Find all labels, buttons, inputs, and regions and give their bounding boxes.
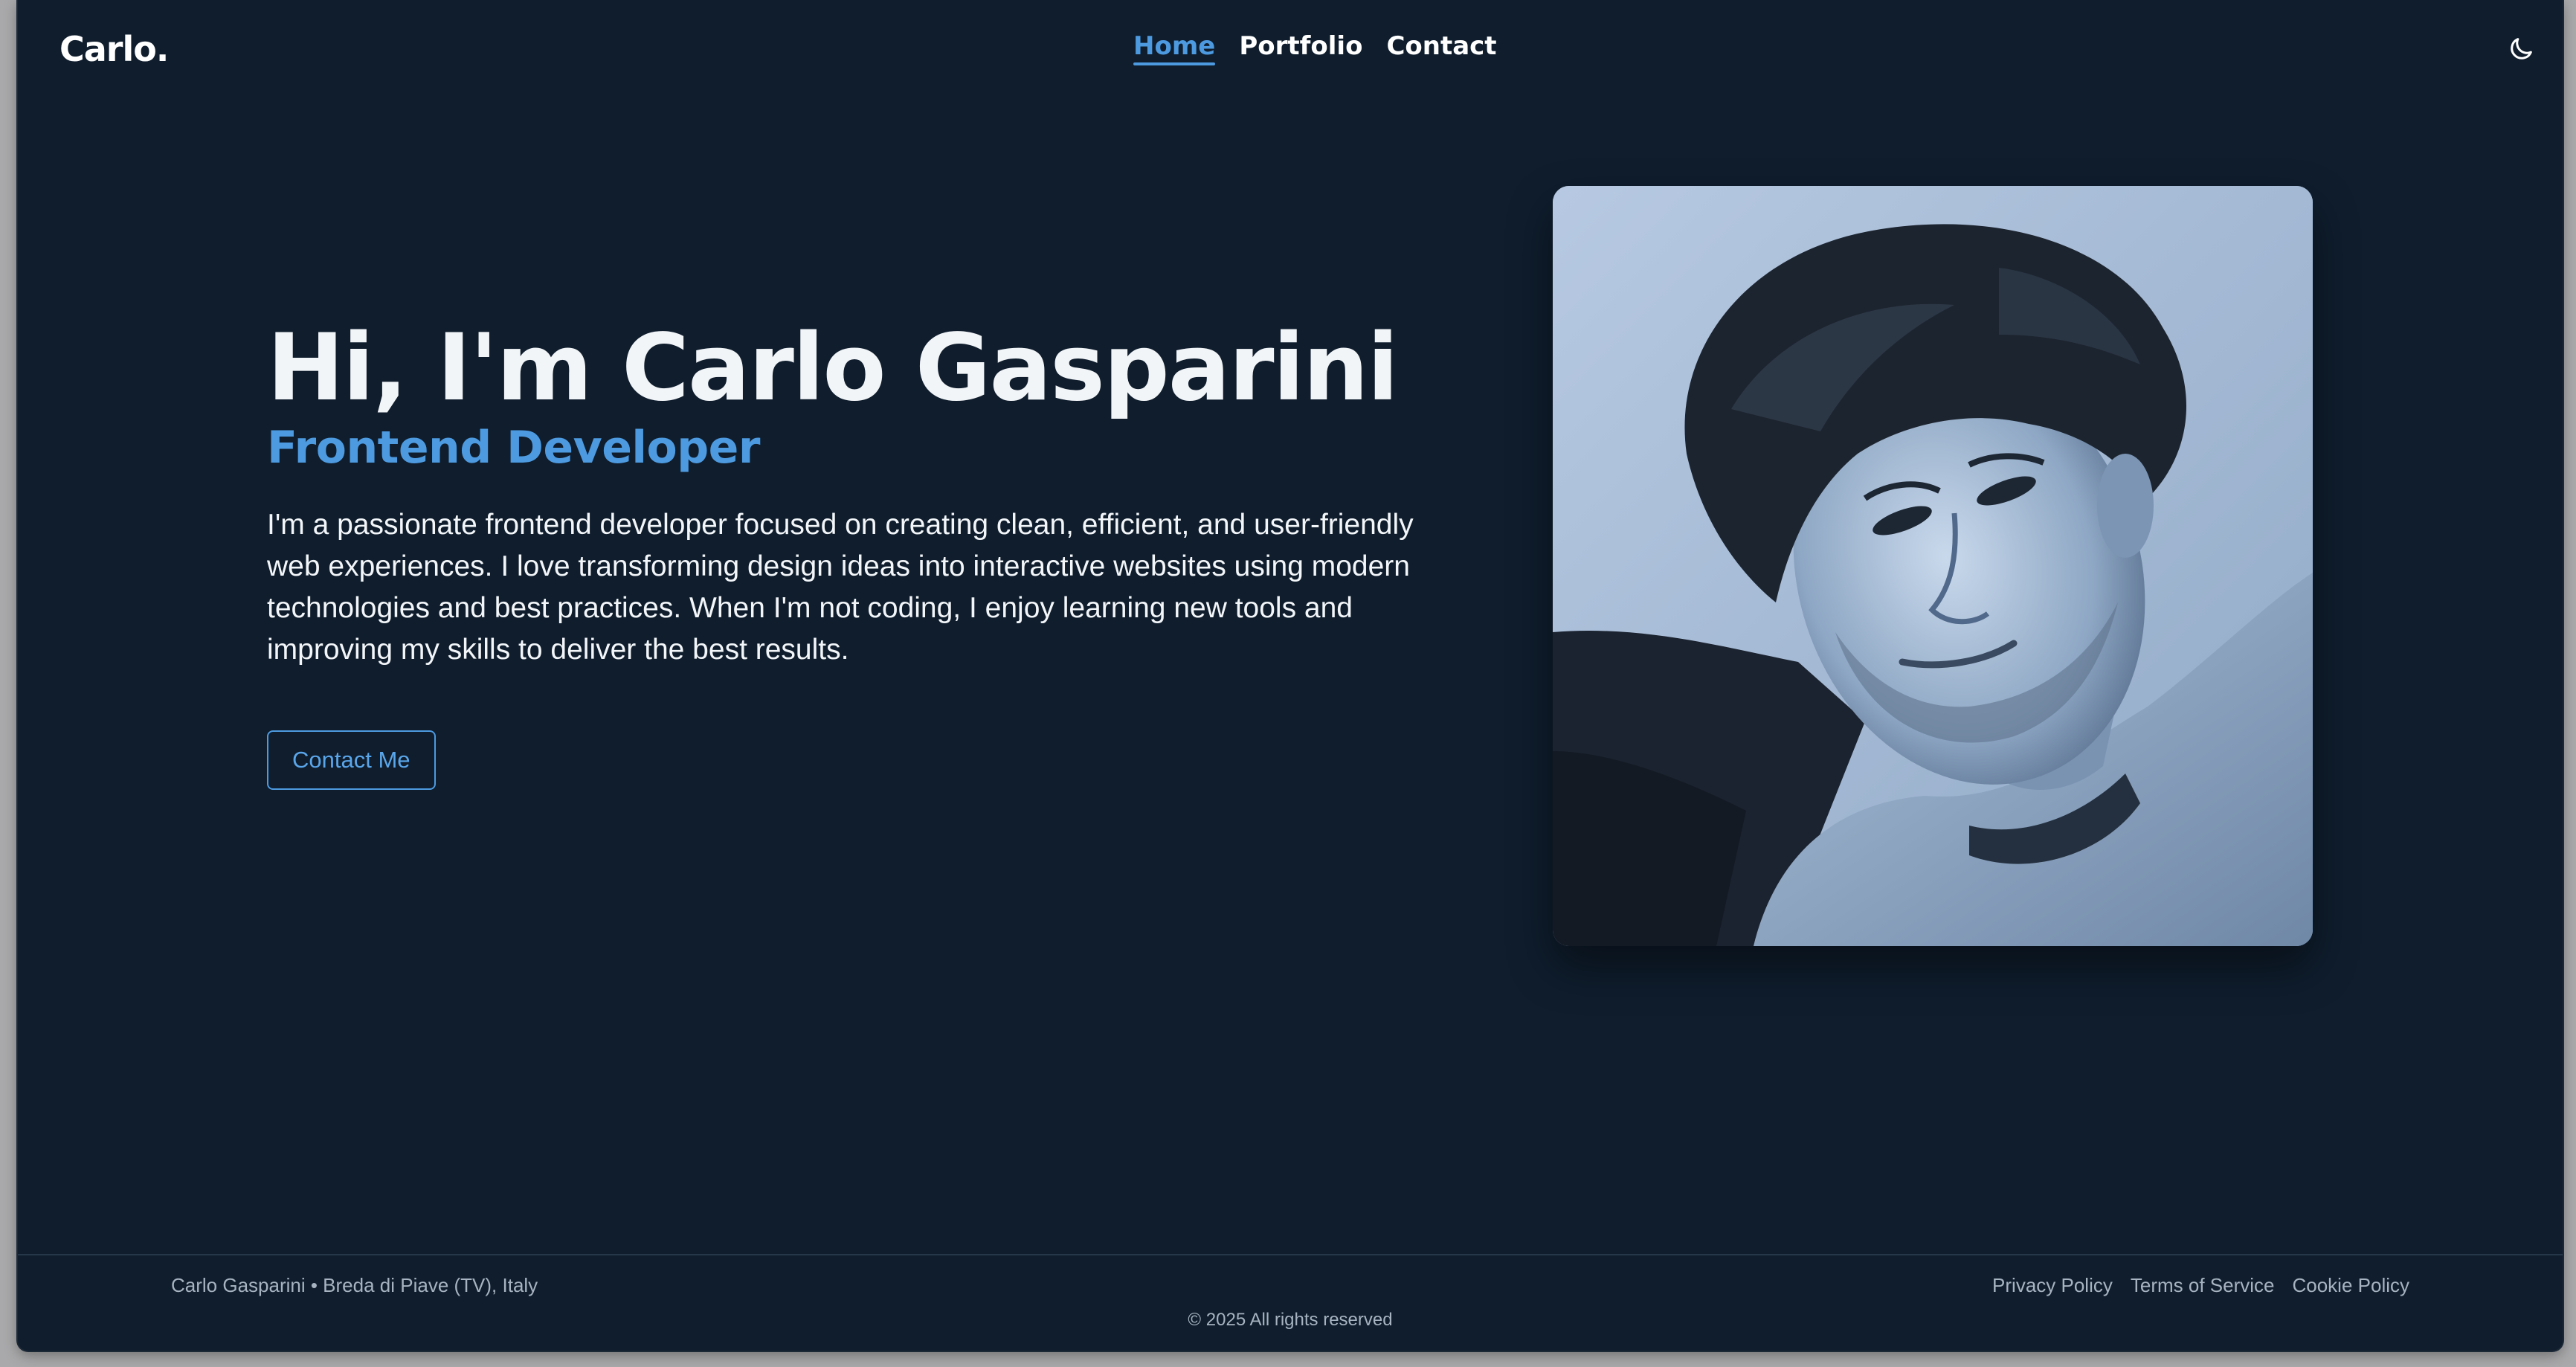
hero-description: I'm a passionate frontend developer focu… [267, 509, 1414, 666]
terms-of-service-link[interactable]: Terms of Service [2131, 1272, 2275, 1299]
footer-copyright: © 2025 All rights reserved [1188, 1310, 1393, 1330]
site-logo[interactable]: Carlo. [59, 28, 169, 70]
portrait-photo [1553, 186, 2313, 946]
nav-link-home[interactable]: Home [1133, 30, 1216, 65]
hero-section: Hi, I'm Carlo Gasparini Frontend Develop… [267, 312, 1442, 790]
main-nav: Home Portfolio Contact [1133, 30, 1497, 65]
footer-location: Carlo Gasparini • Breda di Piave (TV), I… [171, 1274, 538, 1296]
hero-role: Frontend Developer [267, 422, 760, 474]
site-header: Carlo. Home Portfolio Contact [18, 0, 2563, 98]
browser-window: Carlo. Home Portfolio Contact Hi, I'm Ca… [18, 0, 2563, 1351]
moon-icon [2511, 38, 2532, 59]
nav-link-contact[interactable]: Contact [1386, 30, 1496, 62]
privacy-policy-link[interactable]: Privacy Policy [1992, 1272, 2113, 1299]
theme-toggle-button[interactable] [2506, 34, 2536, 64]
footer-links: Privacy Policy Terms of Service Cookie P… [1992, 1272, 2409, 1299]
cookie-policy-link[interactable]: Cookie Policy [2292, 1272, 2409, 1299]
hero-title: Hi, I'm Carlo Gasparini [267, 315, 1399, 422]
portrait-illustration [1553, 186, 2313, 946]
site-footer: Carlo Gasparini • Breda di Piave (TV), I… [18, 1254, 2563, 1351]
contact-me-button[interactable]: Contact Me [267, 730, 436, 790]
nav-link-portfolio[interactable]: Portfolio [1239, 30, 1362, 62]
